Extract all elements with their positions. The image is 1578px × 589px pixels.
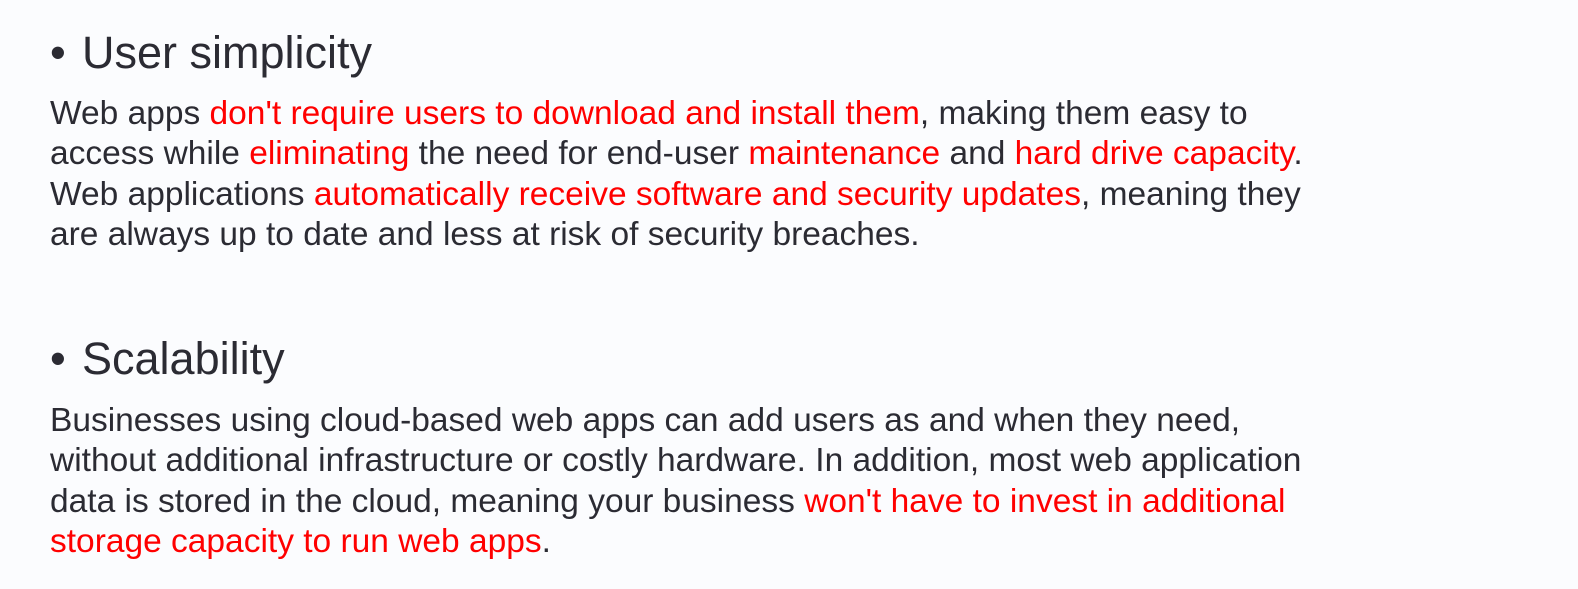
body-text: without additional infrastructure or cos… [50, 442, 1302, 480]
highlighted-text: won't have to invest in additional [804, 482, 1286, 520]
body-text: Web applications [50, 175, 314, 213]
body-text: the need for end-user [409, 135, 749, 173]
highlighted-text: hard drive capacity [1014, 135, 1294, 173]
highlighted-text: storage capacity to run web apps [50, 522, 542, 560]
text-line: Web apps don't require users to download… [50, 94, 1303, 134]
body-text: Businesses using cloud-based web apps ca… [50, 402, 1241, 439]
body-text: , making them easy to [919, 95, 1248, 132]
highlighted-text: don't require users to download and inst… [209, 95, 920, 132]
body-text: are always up to date and less at risk o… [50, 215, 920, 253]
paragraph-scalability: Businesses using cloud-based web apps ca… [50, 401, 1301, 562]
paragraph-user-simplicity: Web apps don't require users to download… [50, 94, 1303, 255]
heading-text: Scalability [82, 333, 285, 384]
body-text: . [1293, 135, 1303, 173]
highlighted-text: automatically receive software and secur… [313, 175, 1081, 213]
section-heading-scalability: • Scalability [50, 334, 285, 384]
heading-text: User simplicity [82, 27, 373, 78]
body-text: . [541, 522, 551, 560]
text-line: data is stored in the cloud, meaning you… [50, 482, 1301, 522]
bullet-icon: • [50, 333, 66, 384]
body-text: access while [50, 135, 250, 173]
text-line: Web applications automatically receive s… [50, 175, 1303, 215]
text-line: storage capacity to run web apps. [50, 522, 1301, 562]
text-line: without additional infrastructure or cos… [50, 441, 1301, 481]
body-text: and [940, 135, 1015, 173]
highlighted-text: maintenance [748, 135, 941, 173]
text-line: Businesses using cloud-based web apps ca… [50, 401, 1301, 441]
body-text: , meaning they [1080, 175, 1301, 213]
bullet-icon: • [50, 27, 66, 78]
body-text: data is stored in the cloud, meaning you… [50, 482, 805, 520]
section-heading-user-simplicity: • User simplicity [50, 28, 372, 78]
body-text: Web apps [50, 95, 210, 132]
text-line: are always up to date and less at risk o… [50, 215, 1303, 255]
highlighted-text: eliminating [249, 135, 410, 173]
text-line: access while eliminating the need for en… [50, 134, 1303, 174]
